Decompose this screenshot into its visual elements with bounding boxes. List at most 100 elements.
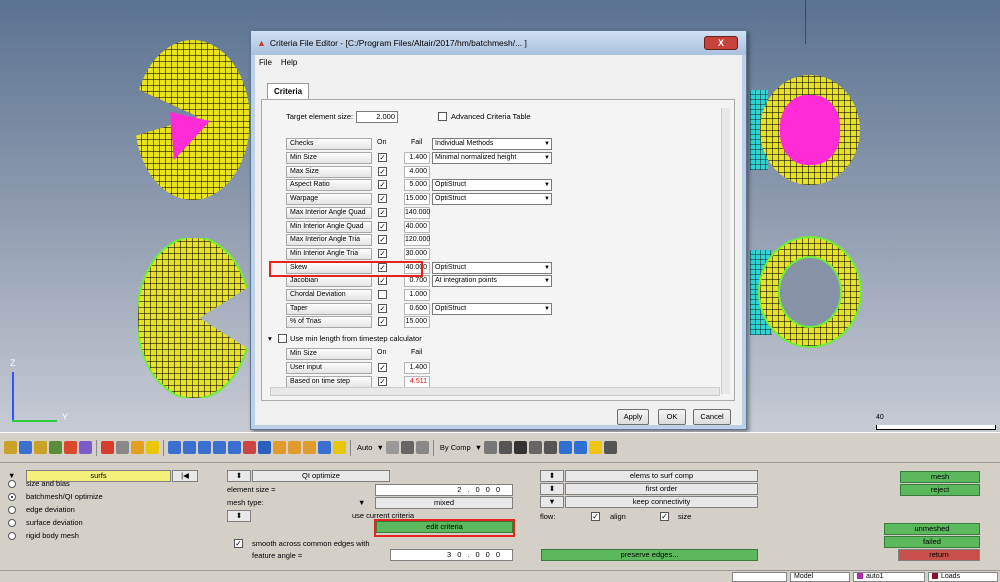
advanced-criteria-checkbox[interactable] (438, 112, 447, 121)
criteria-fail-input[interactable]: 15.000 (404, 193, 430, 206)
marker-icon[interactable] (146, 441, 159, 454)
collapse-icon[interactable]: ▾ (268, 334, 272, 343)
ts-row-checkbox[interactable]: ✓ (378, 363, 387, 372)
mesh-icon[interactable] (499, 441, 513, 454)
mesh-type-select[interactable]: mixed (375, 497, 513, 509)
criteria-on-checkbox[interactable]: ✓ (378, 276, 387, 286)
criteria-switch[interactable]: ⬍ (227, 510, 251, 522)
label-icon[interactable] (288, 441, 301, 454)
view-icon[interactable] (168, 441, 181, 454)
surfaces-icon[interactable] (19, 441, 32, 454)
criteria-on-checkbox[interactable]: ✓ (378, 248, 387, 258)
rotate-icon[interactable] (243, 441, 256, 454)
criteria-on-checkbox[interactable]: ✓ (378, 235, 387, 245)
qi-optimize-button[interactable]: QI optimize (252, 470, 390, 482)
criteria-on-checkbox[interactable] (378, 290, 387, 299)
criteria-fail-input[interactable]: 15.000 (404, 316, 430, 329)
label-icon[interactable] (303, 441, 316, 454)
align-checkbox[interactable]: ✓ (591, 512, 600, 521)
ok-button[interactable]: OK (658, 409, 686, 425)
vertical-scrollbar[interactable] (721, 108, 730, 394)
line-icon[interactable] (529, 441, 543, 454)
criteria-on-checkbox[interactable]: ✓ (378, 221, 387, 231)
numbers-icon[interactable] (258, 441, 271, 454)
display-icon[interactable] (333, 441, 346, 454)
criteria-method-select[interactable]: At integration points ▼ (432, 275, 552, 288)
criteria-on-checkbox[interactable]: ✓ (378, 317, 387, 327)
first-order[interactable]: first order (565, 483, 758, 495)
mode-radio[interactable] (8, 519, 16, 527)
mesh-button[interactable]: mesh (900, 471, 980, 483)
menu-help[interactable]: Help (281, 58, 297, 67)
dialog-titlebar[interactable]: ▲ Criteria File Editor - [C:/Program Fil… (251, 31, 746, 55)
view-icon[interactable] (213, 441, 226, 454)
chevron-down-icon[interactable]: ▼ (540, 496, 564, 508)
cancel-button[interactable]: Cancel (693, 409, 731, 425)
chevron-down-icon[interactable]: ▼ (8, 471, 15, 480)
criteria-on-checkbox[interactable]: ✓ (378, 207, 387, 217)
criteria-on-checkbox[interactable]: ✓ (378, 194, 387, 204)
criteria-method-select[interactable]: OptiStruct ▼ (432, 193, 552, 206)
chevron-down-icon[interactable]: ▼ (358, 498, 365, 507)
criteria-fail-input[interactable]: 40.000 (404, 220, 430, 233)
grid-icon[interactable] (604, 441, 618, 454)
checks-method-select[interactable]: Individual Methods ▼ (432, 138, 552, 150)
timestep-checkbox[interactable] (278, 334, 287, 343)
keep-connectivity[interactable]: keep connectivity (565, 496, 758, 508)
criteria-fail-input[interactable]: 1.400 (404, 152, 430, 164)
display-icon[interactable] (318, 441, 331, 454)
diamond-icon[interactable] (544, 441, 558, 454)
elements-icon[interactable] (34, 441, 47, 454)
ts-row-fail[interactable]: 1.400 (404, 362, 430, 374)
label-icon[interactable] (273, 441, 286, 454)
feature-angle-input[interactable]: 30.000 (390, 549, 513, 561)
criteria-fail-input[interactable]: 5.000 (404, 179, 430, 192)
criteria-on-checkbox[interactable]: ✓ (378, 166, 387, 176)
mode-icon[interactable] (385, 441, 399, 454)
monitor-icon[interactable] (574, 441, 588, 454)
criteria-fail-input[interactable]: 120.000 (404, 234, 430, 247)
star-icon[interactable] (589, 441, 603, 454)
horizontal-scrollbar[interactable] (270, 387, 720, 396)
mode-icon[interactable] (415, 441, 429, 454)
apply-button[interactable]: Apply (617, 409, 649, 425)
comp-icon[interactable] (79, 441, 92, 454)
preserve-edges-button[interactable]: preserve edges... (541, 549, 758, 561)
chevron-down-icon[interactable]: ▼ (376, 443, 383, 452)
mesh-part-bottom-left[interactable] (138, 238, 250, 398)
criteria-method-select[interactable]: OptiStruct ▼ (432, 302, 552, 315)
reset-arrow-button[interactable]: |◀ (172, 470, 198, 482)
delete-icon[interactable] (101, 441, 114, 454)
criteria-method-select[interactable]: OptiStruct ▼ (432, 179, 552, 192)
return-button[interactable]: return (898, 549, 980, 561)
criteria-fail-input[interactable]: 140.000 (404, 206, 430, 219)
criteria-on-checkbox[interactable]: ✓ (378, 180, 387, 190)
criteria-fail-input[interactable]: 0.600 (404, 302, 430, 315)
criteria-on-checkbox[interactable]: ✓ (378, 303, 387, 313)
close-button[interactable]: X (704, 36, 738, 50)
view-icon[interactable] (198, 441, 211, 454)
criteria-fail-input[interactable]: 0.700 (404, 275, 430, 288)
chevron-down-icon[interactable]: ▼ (475, 443, 482, 452)
criteria-fail-input[interactable]: 1.000 (404, 289, 430, 301)
criteria-method-select[interactable]: Minimal normalized height ▼ (432, 152, 552, 164)
tab-criteria[interactable]: Criteria (267, 83, 310, 99)
smooth-checkbox[interactable]: ✓ (234, 539, 243, 548)
failed-button[interactable]: failed (884, 536, 980, 548)
mesh-icon[interactable] (484, 441, 498, 454)
mask-icon[interactable] (49, 441, 62, 454)
criteria-fail-input[interactable]: 4.000 (404, 165, 430, 178)
criteria-method-select[interactable]: OptiStruct ▼ (432, 261, 552, 274)
wire-icon[interactable] (131, 441, 144, 454)
unmeshed-button[interactable]: unmeshed (884, 523, 980, 535)
mode-icon[interactable] (400, 441, 414, 454)
element-size-input[interactable]: 2.000 (375, 484, 513, 496)
criteria-fail-input[interactable]: 30.000 (404, 247, 430, 260)
mode-radio[interactable] (8, 506, 16, 514)
target-size-input[interactable]: 2.000 (356, 111, 398, 123)
order-switch[interactable]: ⬍ (540, 483, 564, 495)
elems-to-surf-comp[interactable]: elems to surf comp (565, 470, 758, 482)
mode-radio[interactable] (8, 493, 16, 501)
auto-dropdown[interactable]: Auto (357, 443, 372, 452)
faces-icon[interactable] (4, 441, 17, 454)
